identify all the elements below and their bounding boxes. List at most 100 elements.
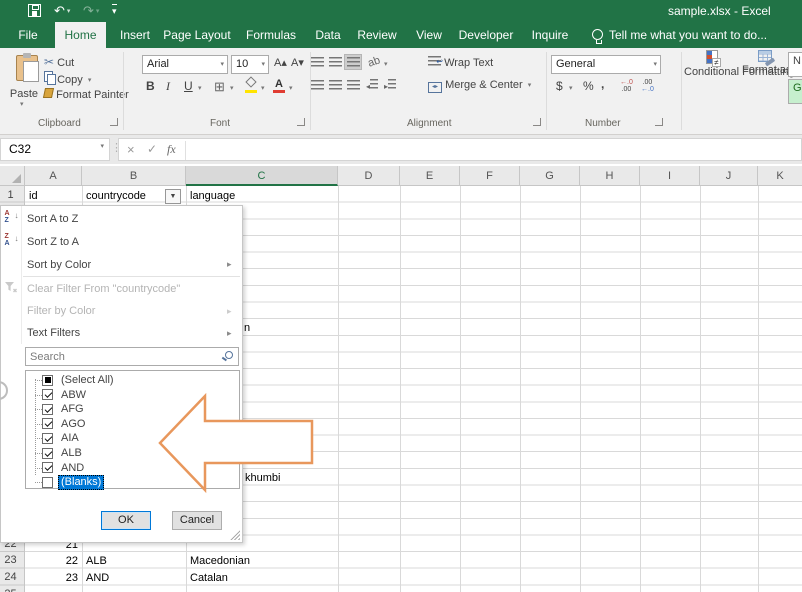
alignment-dialog-launcher-icon[interactable] [533, 118, 541, 126]
decrease-indent-button[interactable]: ◂ [366, 79, 378, 91]
percent-style-button[interactable]: % [583, 79, 594, 93]
tab-page-layout[interactable]: Page Layout [160, 22, 234, 48]
tab-formulas[interactable]: Formulas [241, 22, 301, 48]
col-header-i[interactable]: I [640, 166, 700, 186]
search-icon[interactable] [225, 351, 233, 359]
underline-button[interactable]: U [184, 79, 193, 93]
text-filters-item[interactable]: Text Filters▸ [1, 322, 242, 344]
format-painter-button[interactable]: Format Painter [44, 88, 129, 101]
grow-font-button[interactable]: A▴ [274, 56, 287, 69]
merge-center-button[interactable]: ◂▸ Merge & Center ▾ [428, 79, 531, 93]
cell-a23[interactable]: 22 [25, 553, 78, 569]
align-center-button[interactable] [326, 77, 344, 93]
align-right-button[interactable] [344, 77, 362, 93]
checkbox-checked-icon[interactable] [42, 404, 53, 415]
filter-search-input[interactable] [26, 348, 216, 365]
redo-button[interactable]: ↷▾ [83, 3, 99, 20]
col-header-g[interactable]: G [520, 166, 580, 186]
tab-review[interactable]: Review [352, 22, 402, 48]
filter-item-abw[interactable]: ABW [26, 388, 239, 403]
filter-item-aia[interactable]: AIA [26, 431, 239, 446]
tell-me-box[interactable]: Tell me what you want to do... [609, 22, 767, 48]
resize-grip[interactable] [229, 529, 240, 540]
font-color-button[interactable]: A [272, 78, 286, 94]
ok-button[interactable]: OK [101, 511, 151, 530]
cell-style-normal[interactable]: N [788, 52, 802, 77]
font-dialog-launcher-icon[interactable] [297, 118, 305, 126]
name-box[interactable]: C32 ▾ [0, 138, 110, 161]
cancel-entry-icon[interactable]: × [127, 142, 135, 157]
font-name-combobox[interactable]: Arial▾ [142, 55, 228, 74]
checkbox-checked-icon[interactable] [42, 433, 53, 444]
bottom-align-button[interactable] [344, 54, 362, 70]
cancel-button[interactable]: Cancel [172, 511, 222, 530]
fill-color-button[interactable] [244, 78, 258, 94]
col-header-j[interactable]: J [700, 166, 758, 186]
tab-view[interactable]: View [410, 22, 448, 48]
checkbox-checked-icon[interactable] [42, 462, 53, 473]
filter-item-ago[interactable]: AGO [26, 417, 239, 432]
filter-item-afg[interactable]: AFG [26, 402, 239, 417]
copy-button[interactable]: Copy ▾ [44, 71, 91, 86]
align-left-button[interactable] [308, 77, 326, 93]
col-header-a[interactable]: A [25, 166, 82, 186]
row-header-23[interactable]: 23 [0, 552, 21, 568]
italic-button[interactable]: I [166, 79, 170, 94]
tab-inquire[interactable]: Inquire [524, 22, 576, 48]
cut-button[interactable]: ✂ Cut [44, 55, 74, 69]
number-format-combobox[interactable]: General▾ [551, 55, 661, 74]
col-header-h[interactable]: H [580, 166, 640, 186]
paste-button[interactable]: Paste ▾ [4, 50, 44, 116]
format-as-table-button[interactable]: Format as Table ▾ [742, 50, 788, 76]
cell-c18-overflow-fragment[interactable]: khumbi [245, 470, 280, 486]
cell-c23[interactable]: Macedonian [190, 553, 250, 569]
wrap-text-button[interactable]: ↩ Wrap Text [428, 56, 493, 69]
cell-c1[interactable]: language [190, 188, 235, 204]
tab-file[interactable]: File [8, 22, 48, 48]
filter-item-blanks[interactable]: (Blanks) [26, 475, 239, 490]
select-all-corner[interactable] [0, 166, 25, 186]
formula-input[interactable] [189, 139, 799, 160]
qat-customize-button[interactable]: ▾ [112, 3, 117, 19]
top-align-button[interactable] [308, 54, 326, 70]
bold-button[interactable]: B [146, 79, 155, 93]
tab-insert[interactable]: Insert [112, 22, 158, 48]
col-header-d[interactable]: D [338, 166, 400, 186]
shrink-font-button[interactable]: A▾ [291, 56, 304, 69]
cell-b23[interactable]: ALB [86, 553, 107, 569]
checkbox-indeterminate-icon[interactable] [42, 375, 53, 386]
filter-item-alb[interactable]: ALB [26, 446, 239, 461]
increase-indent-button[interactable]: ▸ [384, 79, 396, 91]
cell-a24[interactable]: 23 [25, 570, 78, 586]
sort-a-to-z-item[interactable]: AZ↓ Sort A to Z [1, 207, 242, 230]
fx-icon[interactable]: fx [167, 142, 176, 157]
cell-b24[interactable]: AND [86, 570, 109, 586]
row-header-1[interactable]: 1 [0, 187, 21, 203]
checkbox-checked-icon[interactable] [42, 418, 53, 429]
middle-align-button[interactable] [326, 54, 344, 70]
enter-entry-icon[interactable]: ✓ [147, 142, 157, 156]
col-header-k[interactable]: K [758, 166, 802, 186]
cell-a1[interactable]: id [29, 188, 38, 204]
tab-data[interactable]: Data [308, 22, 348, 48]
col-header-c[interactable]: C [186, 166, 338, 186]
checkbox-checked-icon[interactable] [42, 448, 53, 459]
increase-decimal-button[interactable]: ←.0.00 [620, 79, 633, 93]
tab-developer[interactable]: Developer [452, 22, 520, 48]
filter-item-and[interactable]: AND [26, 461, 239, 476]
accounting-format-button[interactable]: $ [556, 79, 563, 93]
col-header-e[interactable]: E [400, 166, 460, 186]
save-icon[interactable] [28, 4, 41, 17]
comma-style-button[interactable]: , [601, 77, 604, 91]
filter-item-select-all[interactable]: (Select All) [26, 373, 239, 388]
col-header-f[interactable]: F [460, 166, 520, 186]
cell-c9-overflow-fragment[interactable]: n [244, 320, 250, 336]
sort-by-color-item[interactable]: Sort by Color▸ [1, 253, 242, 276]
countrycode-filter-dropdown-button[interactable]: ▼ [165, 189, 181, 204]
col-header-b[interactable]: B [82, 166, 186, 186]
undo-button[interactable]: ↶▾ [54, 3, 70, 20]
clipboard-dialog-launcher-icon[interactable] [110, 118, 118, 126]
checkbox-unchecked-icon[interactable] [42, 477, 53, 488]
conditional-formatting-button[interactable]: ≠ Conditional Formatting ▾ [684, 50, 740, 78]
row-header-24[interactable]: 24 [0, 569, 21, 585]
